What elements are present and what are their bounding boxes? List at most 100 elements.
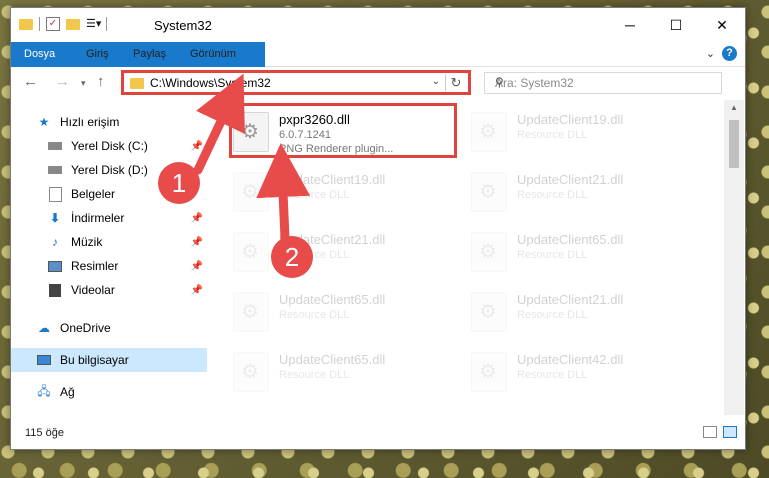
chevron-down-icon[interactable]: ⌄ — [432, 76, 440, 87]
file-item[interactable]: UpdateClient65.dll Resource DLL — [467, 226, 695, 278]
file-type: Resource DLL — [279, 369, 350, 381]
pin-icon: 📌 — [190, 284, 203, 296]
sidebar-item-network[interactable]: 🖧 Ağ — [11, 380, 207, 404]
file-item[interactable]: UpdateClient65.dll Resource DLL — [229, 346, 457, 398]
file-item[interactable]: UpdateClient21.dll Resource DLL — [467, 286, 695, 338]
file-type: Resource DLL — [517, 249, 588, 261]
star-icon: ★ — [38, 115, 50, 129]
ribbon-tabs: Dosya Giriş Paylaş Görünüm ⌄ ? — [11, 42, 745, 94]
tab-home[interactable]: Giriş — [74, 42, 121, 66]
sidebar-item-label: Müzik — [71, 235, 103, 249]
sidebar-item-pictures[interactable]: Resimler 📌 — [11, 254, 207, 278]
navigation-pane: ★ Hızlı erişim Yerel Disk (C:) 📌 Yerel D… — [11, 100, 207, 415]
divider — [39, 17, 40, 31]
file-item[interactable]: UpdateClient19.dll Resource DLL — [467, 106, 695, 158]
highlight-box — [229, 103, 457, 158]
sidebar-item-downloads[interactable]: ⬇ İndirmeler 📌 — [11, 206, 207, 230]
tab-view[interactable]: Görünüm — [178, 42, 248, 66]
file-name: UpdateClient65.dll — [279, 352, 386, 367]
dll-file-icon — [471, 172, 507, 212]
address-path: C:\Windows\System32 — [150, 76, 271, 90]
close-button[interactable]: ✕ — [699, 8, 745, 42]
file-type: Resource DLL — [517, 129, 588, 141]
up-icon[interactable]: ↑ — [97, 73, 105, 90]
file-item[interactable]: UpdateClient21.dll Resource DLL — [467, 166, 695, 218]
step-marker-1: 1 — [158, 162, 200, 204]
file-item[interactable]: UpdateClient19.dll Resource DLL — [229, 166, 457, 218]
search-icon[interactable]: ⚲ — [495, 75, 715, 89]
sidebar-item-label: Belgeler — [71, 187, 116, 201]
folder-icon[interactable] — [19, 18, 33, 30]
drive-icon — [47, 139, 63, 153]
vertical-scrollbar[interactable]: ▲ — [724, 100, 744, 415]
sidebar-item-label: Yerel Disk (C:) — [71, 139, 148, 153]
dll-file-icon — [233, 232, 269, 272]
address-bar[interactable]: C:\Windows\System32 ⌄ ↻ — [121, 70, 471, 95]
folder-icon — [130, 78, 144, 89]
sidebar-item-label: İndirmeler — [71, 211, 125, 225]
file-type: Resource DLL — [517, 309, 588, 321]
sidebar-item-label: Bu bilgisayar — [60, 353, 129, 367]
pin-icon: 📌 — [190, 140, 203, 152]
sidebar-item-videos[interactable]: Videolar 📌 — [11, 278, 207, 302]
dll-file-icon — [471, 232, 507, 272]
dll-file-icon — [471, 352, 507, 392]
dll-file-icon — [233, 172, 269, 212]
pictures-icon — [47, 259, 63, 273]
search-input[interactable]: Ara: System32 ⚲ — [484, 72, 722, 94]
details-view-icon[interactable] — [703, 426, 717, 438]
cloud-icon: ☁ — [38, 321, 50, 335]
file-type: Resource DLL — [517, 189, 588, 201]
file-name: UpdateClient21.dll — [517, 292, 624, 307]
expand-ribbon-icon[interactable]: ⌄ — [706, 47, 715, 60]
title-bar: ✓ ☰▾ System32 ─ ☐ ✕ — [11, 8, 745, 42]
sidebar-item-onedrive[interactable]: ☁ OneDrive — [11, 316, 207, 340]
refresh-icon[interactable]: ↻ — [445, 74, 466, 91]
tab-share[interactable]: Paylaş — [121, 42, 178, 66]
dll-file-icon — [471, 112, 507, 152]
sidebar-item-this-pc[interactable]: Bu bilgisayar — [11, 348, 207, 372]
scroll-thumb[interactable] — [729, 120, 739, 168]
sidebar-item-quick-access[interactable]: ★ Hızlı erişim — [11, 110, 207, 134]
maximize-button[interactable]: ☐ — [653, 8, 699, 42]
item-count: 115 öğe — [25, 427, 64, 439]
help-icon[interactable]: ? — [722, 46, 737, 61]
scroll-up-icon[interactable]: ▲ — [724, 100, 744, 116]
documents-icon — [47, 186, 63, 202]
file-name: UpdateClient19.dll — [517, 112, 624, 127]
file-item[interactable]: UpdateClient42.dll Resource DLL — [467, 346, 695, 398]
file-name: UpdateClient19.dll — [279, 172, 386, 187]
sidebar-item-music[interactable]: ♪ Müzik 📌 — [11, 230, 207, 254]
file-type: Resource DLL — [279, 309, 350, 321]
file-name: UpdateClient21.dll — [517, 172, 624, 187]
address-row: ← → ▾ ↑ C:\Windows\System32 ⌄ ↻ Ara: Sys… — [11, 67, 745, 99]
divider — [106, 17, 107, 31]
pin-icon: 📌 — [190, 260, 203, 272]
computer-icon — [36, 353, 52, 367]
new-folder-icon[interactable] — [66, 18, 80, 30]
sidebar-item-label: Resimler — [71, 259, 119, 273]
forward-icon[interactable]: → — [55, 73, 70, 90]
customize-icon[interactable]: ☰▾ — [86, 17, 101, 31]
sidebar-item-local-disk-c[interactable]: Yerel Disk (C:) 📌 — [11, 134, 207, 158]
file-name: UpdateClient42.dll — [517, 352, 624, 367]
file-name: UpdateClient65.dll — [279, 292, 386, 307]
minimize-button[interactable]: ─ — [607, 8, 653, 42]
network-icon: 🖧 — [37, 383, 51, 398]
drive-icon — [47, 163, 63, 177]
pin-icon: 📌 — [190, 212, 203, 224]
recent-locations-icon[interactable]: ▾ — [81, 78, 86, 89]
properties-icon[interactable]: ✓ — [46, 17, 60, 31]
status-bar: 115 öğe — [11, 416, 745, 449]
videos-icon — [47, 283, 63, 297]
back-icon[interactable]: ← — [23, 73, 38, 90]
file-type: Resource DLL — [517, 369, 588, 381]
window-title: System32 — [154, 18, 212, 33]
sidebar-item-label: Yerel Disk (D:) — [71, 163, 148, 177]
sidebar-item-label: Hızlı erişim — [60, 115, 120, 129]
file-item[interactable]: UpdateClient21.dll Resource DLL — [229, 226, 457, 278]
music-icon: ♪ — [52, 235, 58, 249]
large-icons-view-icon[interactable] — [723, 426, 737, 438]
file-item[interactable]: UpdateClient65.dll Resource DLL — [229, 286, 457, 338]
pin-icon: 📌 — [190, 236, 203, 248]
